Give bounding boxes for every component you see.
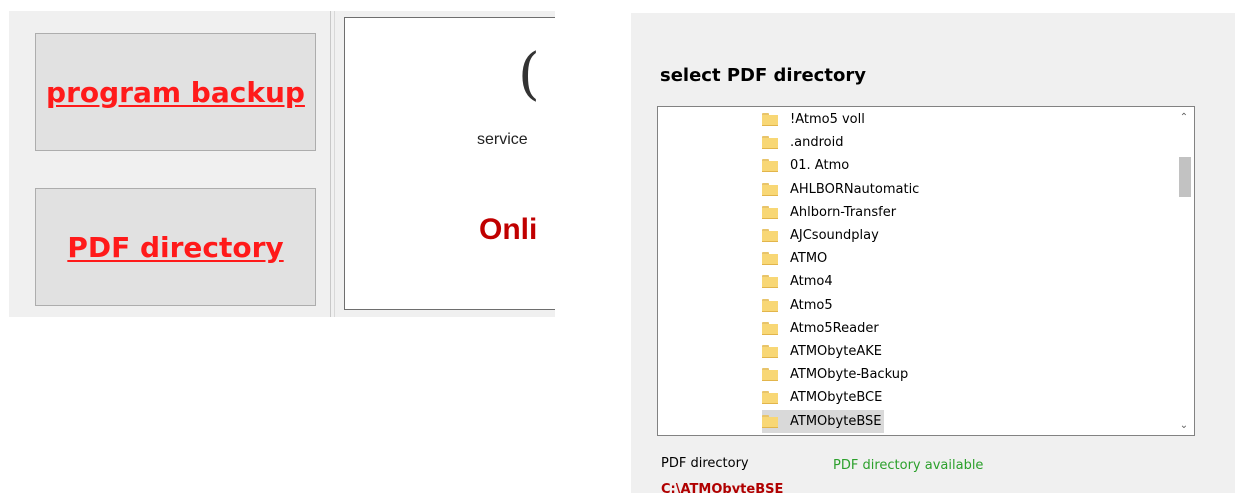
online-status-text: Onli	[479, 213, 538, 246]
vertical-divider-2	[334, 11, 335, 317]
folder-label: ATMObyteAKE	[790, 344, 882, 359]
folder-icon	[762, 252, 778, 266]
folder-label: ATMObyteBSE	[790, 413, 882, 429]
selected-path-text: C:\ATMObyteBSE	[661, 482, 784, 493]
folder-icon	[762, 136, 778, 150]
folder-icon	[762, 345, 778, 358]
folder-item[interactable]: Atmo5Reader	[762, 317, 882, 340]
folder-item-partial	[762, 433, 793, 435]
folder-label: !Atmo5 voll	[790, 112, 865, 127]
folder-item[interactable]: ATMObyte-Backup	[762, 363, 911, 386]
folder-label: Ahlborn-Transfer	[790, 204, 897, 220]
folder-item[interactable]: !Atmo5 voll	[762, 108, 868, 131]
folder-item[interactable]: Atmo4	[762, 270, 836, 293]
folder-label: Atmo5Reader	[790, 320, 879, 336]
program-backup-label: program backup	[46, 75, 305, 109]
folder-label: ATMO	[790, 251, 828, 267]
chevron-down-icon[interactable]: ⌄	[1174, 417, 1194, 433]
folder-item[interactable]: ATMObyteAKE	[762, 340, 885, 363]
folder-item[interactable]: AJCsoundplay	[762, 224, 882, 247]
folder-label: Atmo5	[790, 297, 833, 313]
pdf-directory-status-value: PDF directory available	[833, 458, 984, 473]
folder-icon	[762, 368, 778, 382]
main-window-fragment: program backup PDF directory ( service O…	[9, 11, 555, 317]
folder-icon	[762, 275, 778, 289]
program-backup-button[interactable]: program backup	[35, 33, 316, 151]
folder-icon	[762, 182, 778, 196]
vertical-scrollbar[interactable]: ⌃ ⌄	[1174, 107, 1194, 435]
folder-label: AHLBORNautomatic	[790, 181, 920, 197]
folder-label: AJCsoundplay	[790, 228, 879, 243]
folder-icon	[762, 321, 778, 335]
folder-item[interactable]: Ahlborn-Transfer	[762, 201, 899, 224]
folder-icon	[762, 229, 778, 242]
dialog-title: select PDF directory	[660, 65, 866, 86]
folder-icon	[762, 414, 778, 428]
folder-label: .android	[790, 135, 844, 151]
chevron-up-icon[interactable]: ⌃	[1174, 109, 1194, 125]
folder-icon	[762, 159, 778, 173]
folder-icon	[762, 298, 778, 312]
logo-glyph: (	[518, 42, 540, 107]
pdf-directory-button[interactable]: PDF directory	[35, 188, 316, 306]
pdf-directory-status-label: PDF directory	[661, 456, 749, 471]
folder-label: 01. Atmo	[790, 158, 850, 174]
folder-tree[interactable]: !Atmo5 voll .android 01. Atmo AHLBORNautoma…	[657, 106, 1195, 436]
vertical-divider	[330, 11, 331, 317]
pdf-directory-label: PDF directory	[67, 230, 284, 264]
info-panel: ( service Onli	[344, 17, 555, 310]
folder-item[interactable]: AHLBORNautomatic	[762, 178, 922, 201]
service-text: service	[477, 131, 528, 148]
folder-icon	[762, 205, 778, 219]
folder-item[interactable]: .android	[762, 131, 846, 154]
select-pdf-directory-dialog: select PDF directory !Atmo5 voll .android…	[631, 13, 1235, 493]
folder-item[interactable]: Atmo5	[762, 294, 836, 317]
folder-label: ATMObyteBCE	[790, 390, 883, 406]
folder-label: Atmo4	[790, 274, 833, 290]
scroll-thumb[interactable]	[1179, 157, 1191, 197]
folder-item[interactable]: ATMObyteBCE	[762, 386, 885, 409]
folder-item[interactable]: 01. Atmo	[762, 154, 852, 177]
folder-icon	[762, 113, 778, 126]
folder-icon	[762, 391, 778, 405]
folder-label: ATMObyte-Backup	[790, 367, 909, 383]
folder-item[interactable]: ATMObyteBSE	[762, 409, 885, 433]
folder-item[interactable]: ATMO	[762, 247, 830, 270]
